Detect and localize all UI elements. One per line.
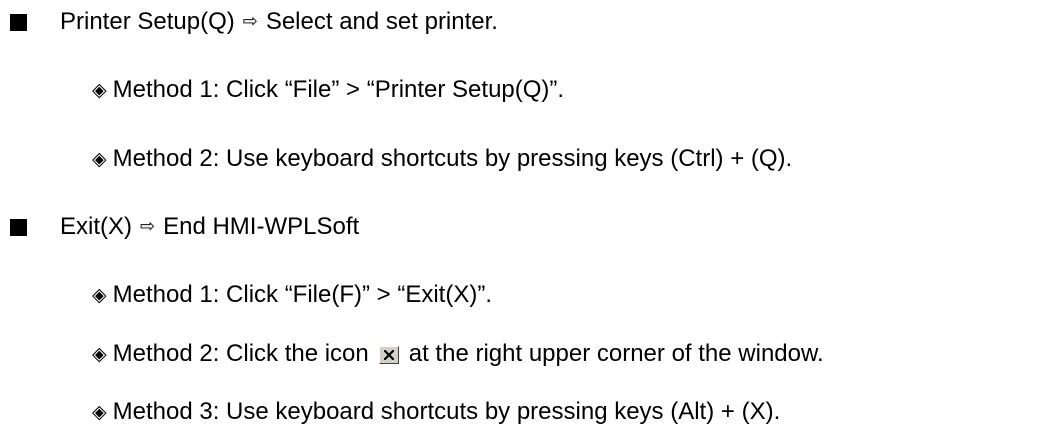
close-icon [378,346,399,364]
section-description: End HMI-WPLSoft [163,213,360,240]
diamond-bullet-icon: ◈ [92,148,107,170]
section-description: Select and set printer. [265,8,498,35]
diamond-bullet-icon: ◈ [92,284,107,306]
arrow-right-icon: ⇨ [140,216,156,237]
method-item: ◈ Method 2: Use keyboard shortcuts by pr… [92,141,792,177]
method-item: ◈ Method 1: Click “File(F)” > “Exit(X)”. [92,277,492,313]
method-label: Method 1: Click “File” > “Printer Setup(… [112,76,565,103]
square-bullet-icon [10,218,27,236]
section-title: Exit(X) [60,213,132,240]
method-label: Method 1: Click “File(F)” > “Exit(X)”. [112,281,492,308]
method-item: ◈ Method 3: Use keyboard shortcuts by pr… [92,394,780,430]
document-page: Printer Setup(Q) ⇨ Select and set printe… [0,0,1052,437]
section-printer-setup: Printer Setup(Q) ⇨ Select and set printe… [10,4,498,40]
diamond-bullet-icon: ◈ [92,343,107,365]
method-label: Method 2: Use keyboard shortcuts by pres… [112,145,793,172]
arrow-right-icon: ⇨ [242,11,258,32]
method-label-after-icon: at the right upper corner of the window. [408,340,824,367]
method-item: ◈ Method 1: Click “File” > “Printer Setu… [92,72,564,108]
method-label: Method 3: Use keyboard shortcuts by pres… [112,398,781,425]
section-title: Printer Setup(Q) [60,8,235,35]
diamond-bullet-icon: ◈ [92,79,107,101]
method-label-before-icon: Method 2: Click the icon [112,340,369,367]
diamond-bullet-icon: ◈ [92,401,107,423]
method-item: ◈ Method 2: Click the icon at the right … [92,336,824,372]
square-bullet-icon [10,13,27,31]
section-exit: Exit(X) ⇨ End HMI-WPLSoft [10,209,359,245]
